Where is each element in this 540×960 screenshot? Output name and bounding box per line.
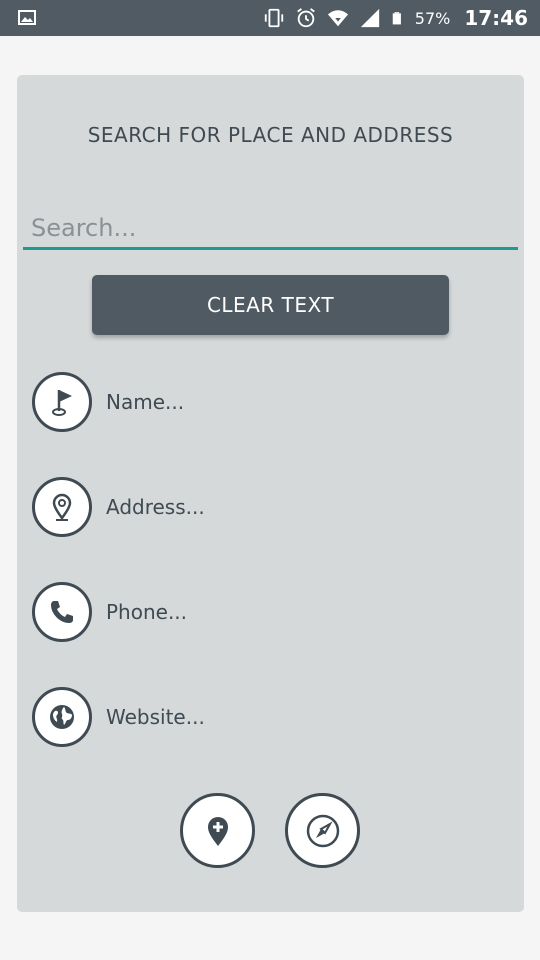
battery-percent: 57% [414, 8, 451, 28]
phone-field-row: Phone... [32, 582, 187, 642]
alarm-icon [296, 8, 315, 28]
address-icon-button[interactable] [32, 477, 92, 537]
phone-field-label[interactable]: Phone... [106, 600, 187, 624]
flag-icon [52, 390, 72, 416]
clock: 17:46 [464, 6, 528, 30]
search-card: SEARCH FOR PLACE AND ADDRESS CLEAR TEXT … [17, 75, 524, 912]
status-bar: 57% 17:46 [0, 0, 540, 36]
name-field-label[interactable]: Name... [106, 390, 184, 414]
clear-text-button[interactable]: CLEAR TEXT [92, 275, 449, 335]
website-icon-button[interactable] [32, 687, 92, 747]
location-pin-icon [52, 493, 72, 521]
compass-icon [306, 814, 339, 847]
vibrate-icon [264, 8, 283, 28]
page-title: SEARCH FOR PLACE AND ADDRESS [87, 123, 454, 147]
website-field-label[interactable]: Website... [106, 705, 205, 729]
phone-icon-button[interactable] [32, 582, 92, 642]
phone-icon [51, 601, 73, 623]
add-location-button[interactable] [180, 793, 255, 868]
battery-icon [392, 12, 401, 25]
compass-button[interactable] [285, 793, 360, 868]
name-icon-button[interactable] [32, 372, 92, 432]
website-field-row: Website... [32, 687, 205, 747]
search-input[interactable] [23, 208, 518, 250]
globe-icon [50, 705, 74, 729]
wifi-icon [327, 10, 348, 27]
signal-icon [360, 8, 379, 28]
address-field-label[interactable]: Address... [106, 495, 205, 519]
image-icon [18, 10, 36, 25]
address-field-row: Address... [32, 477, 205, 537]
name-field-row: Name... [32, 372, 184, 432]
add-location-icon [207, 816, 228, 846]
